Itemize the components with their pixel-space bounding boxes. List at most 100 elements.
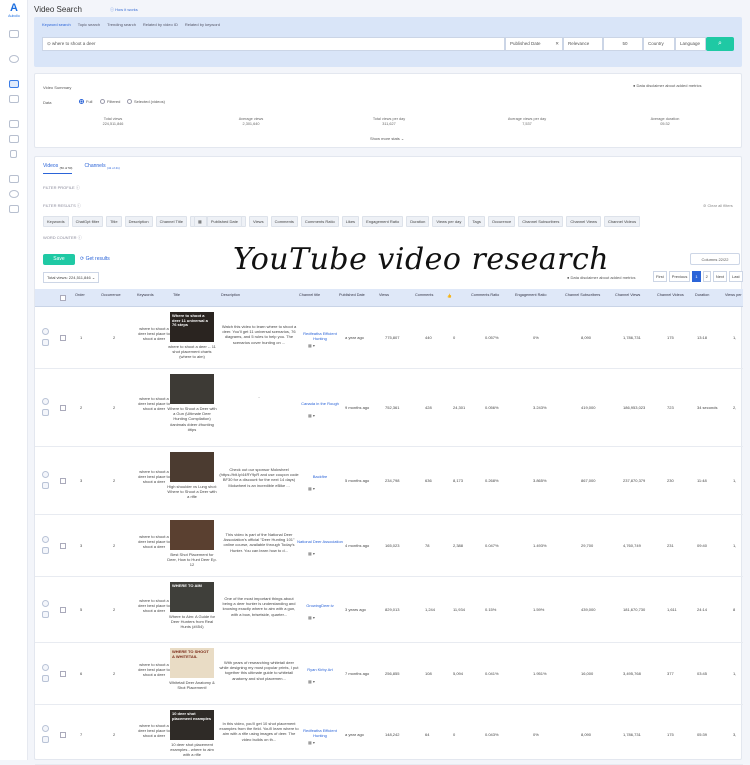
cell-title[interactable]: Where to Shoot a Deer with a Gun (Ultima… xyxy=(167,406,217,432)
search-icon[interactable] xyxy=(9,55,19,63)
row-checkbox[interactable] xyxy=(60,478,66,484)
delete-row-icon[interactable] xyxy=(42,339,49,346)
chip[interactable]: Engagement Ratio xyxy=(362,216,404,227)
col-comments-ratio[interactable]: Comments Ratio xyxy=(471,293,499,297)
col-description[interactable]: Description xyxy=(221,293,240,297)
cell-title[interactable]: High shoulder vs Lung shot: Where to Sho… xyxy=(167,484,217,500)
delete-row-icon[interactable] xyxy=(42,409,49,416)
row-checkbox[interactable] xyxy=(60,335,66,341)
hierarchy-icon[interactable] xyxy=(9,175,19,183)
select-all-checkbox[interactable] xyxy=(60,295,66,301)
cell-title[interactable]: Whitetail Deer Anatomy & Shot Placement! xyxy=(167,680,217,690)
columns-button[interactable]: Columns 22/22 xyxy=(690,253,740,265)
chip[interactable]: Channel Subscribers xyxy=(518,216,564,227)
channel-action-icons[interactable]: ▦ ▾ xyxy=(308,551,315,556)
cell-channel-title[interactable]: Backfire xyxy=(297,474,343,479)
page-2[interactable]: 2 xyxy=(702,271,711,282)
channel-action-icons[interactable]: ▦ ▾ xyxy=(308,615,315,620)
chip[interactable]: Comments xyxy=(270,216,298,227)
clear-date-icon[interactable]: ✕ xyxy=(555,38,559,50)
channel-action-icons[interactable]: ▦ ▾ xyxy=(308,343,315,348)
channel-action-icons[interactable]: ▦ ▾ xyxy=(308,413,315,418)
expand-row-icon[interactable] xyxy=(42,328,49,335)
video-thumbnail[interactable]: WHERE TO SHOOT A WHITETAIL xyxy=(170,648,214,678)
row-checkbox[interactable] xyxy=(60,671,66,677)
tab-related-keyword[interactable]: Related by keyword xyxy=(185,22,220,27)
page-next[interactable]: Next xyxy=(712,271,728,282)
tab-topic-search[interactable]: Topic search xyxy=(78,22,100,27)
summary-disclaimer[interactable]: ● Data disclaimer about added metrics xyxy=(633,83,701,88)
chip[interactable]: Duration xyxy=(406,216,430,227)
delete-row-icon[interactable] xyxy=(42,547,49,554)
filter-profile-toggle[interactable]: FILTER PROFILE ⓘ xyxy=(43,185,80,191)
row-checkbox[interactable] xyxy=(60,732,66,738)
chip[interactable]: Occurence xyxy=(487,216,516,227)
word-counter-toggle[interactable]: WORD COUNTER ⓘ xyxy=(43,235,82,241)
clear-filters-link[interactable]: ⊘ Clear all filters xyxy=(703,203,733,208)
col-views[interactable]: Views xyxy=(379,293,389,297)
delete-row-icon[interactable] xyxy=(42,611,49,618)
chip[interactable]: Views xyxy=(248,216,268,227)
chip[interactable]: Channel Title xyxy=(155,216,187,227)
dashboard-icon[interactable] xyxy=(9,30,19,38)
keyword-input[interactable]: ⊙ where to shoot a deer xyxy=(42,37,505,51)
delete-row-icon[interactable] xyxy=(42,482,49,489)
zoom-icon[interactable] xyxy=(9,190,19,198)
delete-row-icon[interactable] xyxy=(42,736,49,743)
col-likes-icon[interactable]: 👍 xyxy=(447,293,452,298)
col-keywords[interactable]: Keywords xyxy=(137,293,154,297)
mobile-icon[interactable] xyxy=(10,150,17,158)
list-icon[interactable] xyxy=(9,135,19,143)
tab-related-video-id[interactable]: Related by video ID xyxy=(143,22,178,27)
app-logo[interactable]: A Aubolio xyxy=(6,3,22,19)
chip[interactable]: Title xyxy=(106,216,122,227)
channel-action-icons[interactable]: ▦ ▾ xyxy=(308,679,315,684)
chat-icon[interactable] xyxy=(9,95,19,103)
col-engagement-ratio[interactable]: Engagement Ratio xyxy=(515,293,546,297)
video-thumbnail[interactable] xyxy=(170,520,214,550)
save-button[interactable]: Save xyxy=(43,254,75,265)
col-title[interactable]: Title xyxy=(173,293,180,297)
col-comments[interactable]: Comments xyxy=(415,293,433,297)
tab-channels[interactable]: Channels (41 of 41) xyxy=(84,163,119,174)
expand-row-icon[interactable] xyxy=(42,536,49,543)
col-published-date[interactable]: Published Date xyxy=(339,293,365,297)
tab-videos[interactable]: Videos (50 of 50) xyxy=(43,163,73,174)
col-channel-subscribers[interactable]: Channel Subscribers xyxy=(565,293,600,297)
how-it-works-link[interactable]: ⓘ How it works xyxy=(110,7,138,13)
cell-channel-title[interactable]: GrowingDeer.tv xyxy=(297,603,343,608)
tab-keyword-search[interactable]: Keyword search xyxy=(42,22,71,27)
radio-filtered[interactable]: Filtered xyxy=(100,99,120,104)
video-thumbnail[interactable] xyxy=(170,374,214,404)
row-checkbox[interactable] xyxy=(60,405,66,411)
cell-channel-title[interactable]: Redfeatha Efficient Hunting xyxy=(297,331,343,341)
row-checkbox[interactable] xyxy=(60,607,66,613)
row-checkbox[interactable] xyxy=(60,543,66,549)
col-views-per-day[interactable]: Views per xyxy=(725,293,742,297)
published-date-select[interactable]: Published Date ✕ xyxy=(505,37,563,51)
video-thumbnail[interactable]: WHERE TO AIM xyxy=(170,582,214,612)
total-views-select[interactable]: Total views: 224,511,846 ⌄ xyxy=(43,272,100,283)
country-select[interactable]: Country xyxy=(643,37,675,51)
col-channel-views[interactable]: Channel Views xyxy=(615,293,640,297)
chip[interactable]: Tags xyxy=(468,216,485,227)
page-last[interactable]: Last xyxy=(729,271,743,282)
chip[interactable]: ChatGpt filter xyxy=(71,216,104,227)
expand-row-icon[interactable] xyxy=(42,725,49,732)
cell-title[interactable]: where to shoot a deer -- 11 shot placeme… xyxy=(167,344,217,360)
video-search-icon[interactable] xyxy=(9,80,19,88)
delete-row-icon[interactable] xyxy=(42,675,49,682)
chip[interactable]: Keywords xyxy=(43,216,69,227)
analytics-icon[interactable] xyxy=(9,120,19,128)
cell-title[interactable]: Best Shot Placement for Deer, How to Hun… xyxy=(167,552,217,568)
get-results-button[interactable]: ⟳ Get results xyxy=(80,256,110,262)
tools-icon[interactable] xyxy=(9,205,19,213)
chip[interactable]: Channel Views xyxy=(566,216,601,227)
chip-published-date[interactable]: ▦ Published Date xyxy=(189,216,246,227)
radio-full[interactable]: Full xyxy=(79,99,92,104)
cell-title[interactable]: 10 deer shot placement examples - where … xyxy=(167,742,217,758)
col-duration[interactable]: Duration xyxy=(695,293,709,297)
expand-row-icon[interactable] xyxy=(42,664,49,671)
cell-channel-title[interactable]: Ryan Kirby Art xyxy=(297,667,343,672)
show-more-stats[interactable]: Show more stats ⌄ xyxy=(370,136,404,141)
